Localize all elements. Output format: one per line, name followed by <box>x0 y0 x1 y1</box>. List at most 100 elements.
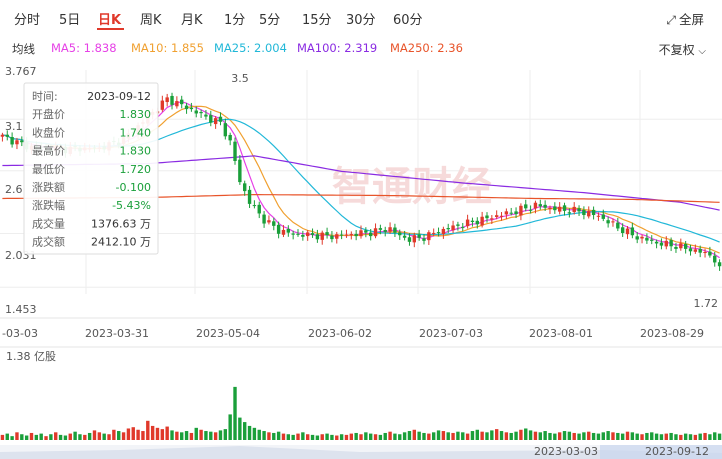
volume-bar <box>359 434 363 440</box>
volume-bar <box>315 435 320 440</box>
range-navigator[interactable]: 2023-03-03 2023-09-12 <box>0 445 722 459</box>
volume-bar <box>548 432 552 440</box>
volume-bar <box>296 433 300 440</box>
candle-body <box>407 237 412 242</box>
candle-body <box>359 230 363 237</box>
y-tick-label: 1.453 <box>5 303 37 316</box>
candle-body <box>233 141 237 161</box>
candle-body <box>519 205 523 216</box>
x-tick-label: 2023-07-03 <box>419 327 483 340</box>
tooltip-label: 开盘价 <box>32 107 65 121</box>
candle-body <box>654 241 659 244</box>
volume-bar <box>402 432 407 440</box>
candle-body <box>378 228 383 230</box>
candle-body <box>5 134 9 137</box>
candle-body <box>330 235 334 240</box>
high-annotation: 3.5 <box>231 72 249 85</box>
candle-body <box>688 248 693 252</box>
volume-bar <box>39 433 43 440</box>
candle-body <box>490 218 494 220</box>
candle-body <box>276 224 281 234</box>
candle-body <box>388 227 392 232</box>
volume-bar <box>596 433 601 440</box>
volume-bar <box>281 433 286 440</box>
volume-bar <box>344 434 349 440</box>
candle-body <box>252 205 257 207</box>
volume-bar <box>257 429 261 440</box>
y-tick-label: 3.767 <box>5 65 37 78</box>
candle-body <box>272 221 276 226</box>
volume-bar <box>228 414 232 440</box>
candle-body <box>524 204 528 209</box>
candle-body <box>286 228 291 233</box>
volume-bar <box>708 434 712 440</box>
volume-bar <box>378 434 383 440</box>
candle-body <box>15 140 19 145</box>
candle-body <box>10 137 14 145</box>
volume-bar <box>679 434 683 440</box>
kline-chart[interactable]: 智通财经 3.7673.12.62.0311.453 -03-03 2023-03… <box>0 0 722 459</box>
candle-body <box>301 234 305 237</box>
volume-bar <box>325 433 329 440</box>
volume-bar <box>29 432 34 440</box>
candle-body <box>238 159 242 183</box>
candle-body <box>713 255 717 263</box>
candle-body <box>674 246 678 249</box>
candle-body <box>228 134 232 141</box>
candle-body <box>364 230 368 233</box>
volume-bar <box>218 430 223 440</box>
watermark-text: 智通财经 <box>332 164 492 210</box>
volume-bar <box>625 431 630 440</box>
candle-body <box>693 249 698 252</box>
candle-body <box>659 242 664 246</box>
volume-bar <box>577 433 581 440</box>
tooltip-label: 最低价 <box>32 163 65 176</box>
candle-body <box>320 232 324 240</box>
volume-bar <box>635 433 639 440</box>
candle-body <box>461 226 465 228</box>
candle-body <box>398 232 402 236</box>
volume-bar <box>97 432 102 440</box>
candle-body <box>431 232 436 234</box>
volume-bar <box>247 425 252 440</box>
candle-body <box>417 234 421 238</box>
volume-bar <box>20 434 24 440</box>
volume-bar <box>393 433 397 440</box>
candle-body <box>669 240 673 247</box>
x-tick-label: 2023-03-31 <box>85 327 149 340</box>
volume-bar <box>243 422 247 440</box>
candle-body <box>601 214 605 219</box>
candle-body <box>494 215 499 218</box>
volume-bar <box>121 432 126 440</box>
volume-max-label: 1.38 亿股 <box>6 350 56 363</box>
candle-body <box>591 209 596 216</box>
candle-body <box>504 211 509 215</box>
candle-body <box>310 233 315 235</box>
volume-bar <box>533 431 538 440</box>
candle-body <box>616 222 620 229</box>
candle-body <box>698 248 702 253</box>
volume-bar <box>698 433 702 440</box>
volume-bar <box>717 433 722 440</box>
volume-bar <box>15 432 19 440</box>
volume-bar <box>562 431 567 440</box>
candle-body <box>339 234 344 236</box>
volume-bar <box>606 431 610 440</box>
volume-bar <box>461 432 465 440</box>
candle-body <box>548 207 552 210</box>
volume-bar <box>465 433 470 440</box>
volume-bar <box>204 431 208 440</box>
candle-body <box>223 123 228 137</box>
volume-bar <box>272 432 276 440</box>
volume-bar <box>184 431 189 440</box>
volume-bar <box>286 434 291 440</box>
volume-bar <box>451 432 455 440</box>
candle-body <box>412 235 416 243</box>
candle-body <box>625 228 630 235</box>
candle-body <box>368 232 373 237</box>
candle-body <box>335 234 339 239</box>
candle-body <box>175 101 179 107</box>
volume-bar <box>470 431 475 440</box>
candle-body <box>596 215 601 217</box>
volume-bar <box>446 432 450 440</box>
